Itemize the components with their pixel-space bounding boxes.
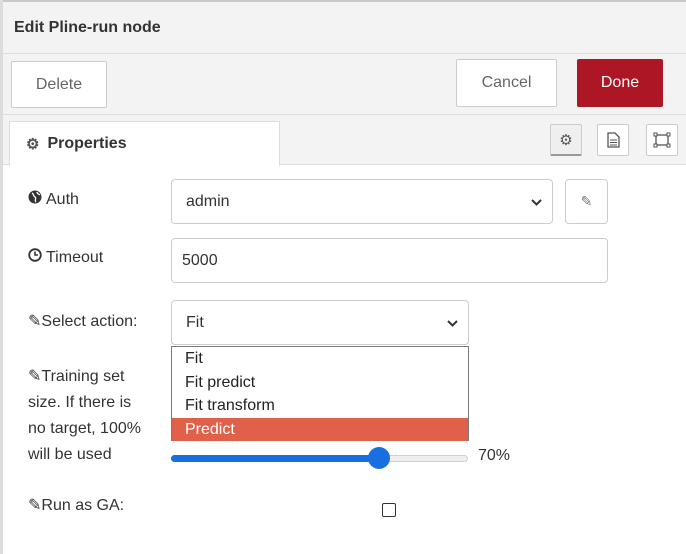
action-label-text: Select action: bbox=[41, 313, 138, 330]
pencil-icon: ✎ bbox=[28, 368, 42, 385]
training-slider-value: 70% bbox=[478, 447, 511, 464]
training-label-line-1: Training set bbox=[41, 368, 125, 385]
training-label-line-2: size. If there is bbox=[28, 394, 132, 411]
run-as-ga-checkbox[interactable] bbox=[382, 503, 396, 517]
tab-bar: ⚙ Properties ⚙ bbox=[3, 115, 686, 166]
training-slider-handle[interactable] bbox=[367, 447, 390, 469]
tab-properties-label: Properties bbox=[47, 135, 127, 152]
edit-auth-button[interactable]: ✎ bbox=[565, 179, 608, 224]
dropdown-option-fit-predict[interactable]: Fit predict bbox=[172, 371, 468, 395]
run-as-ga-label: ✎Run as GA: bbox=[28, 493, 124, 519]
action-select[interactable]: Fit bbox=[171, 300, 469, 345]
pencil-icon: ✎ bbox=[28, 497, 42, 514]
description-tab-button[interactable] bbox=[597, 124, 629, 156]
dropdown-option-predict[interactable]: Predict bbox=[172, 417, 468, 441]
timeout-input[interactable]: 5000 bbox=[171, 238, 608, 283]
delete-button[interactable]: Delete bbox=[11, 61, 107, 108]
run-as-ga-label-text: Run as GA: bbox=[41, 497, 125, 514]
action-dropdown-list: Fit Fit predict Fit transform Predict bbox=[171, 346, 469, 441]
pencil-icon: ✎ bbox=[580, 193, 593, 209]
gear-icon: ⚙ bbox=[559, 131, 573, 149]
appearance-tab-button[interactable] bbox=[646, 124, 678, 156]
training-label-line-3: no target, 100% bbox=[28, 420, 141, 437]
auth-label: Auth bbox=[28, 187, 79, 213]
training-label-line-4: will be used bbox=[28, 446, 112, 463]
auth-select[interactable]: admin bbox=[171, 179, 553, 224]
pencil-icon: ✎ bbox=[28, 313, 42, 330]
training-label: ✎Training set size. If there is no targe… bbox=[28, 364, 141, 468]
timeout-value: 5000 bbox=[182, 251, 218, 269]
action-label: ✎Select action: bbox=[28, 309, 137, 335]
chevron-down-icon bbox=[531, 195, 542, 209]
training-slider-fill bbox=[171, 455, 379, 462]
document-icon bbox=[606, 132, 620, 148]
dialog-header: Edit Pline-run node bbox=[3, 0, 686, 54]
timeout-label: Timeout bbox=[28, 245, 103, 271]
globe-icon bbox=[28, 187, 46, 213]
tab-properties[interactable]: ⚙ Properties bbox=[9, 121, 280, 166]
gear-icon: ⚙ bbox=[26, 136, 40, 153]
dialog-title: Edit Pline-run node bbox=[14, 19, 161, 36]
dropdown-option-fit[interactable]: Fit bbox=[172, 347, 468, 371]
action-select-value: Fit bbox=[186, 313, 204, 331]
auth-label-text: Auth bbox=[46, 191, 79, 208]
cancel-button[interactable]: Cancel bbox=[456, 59, 557, 107]
auth-select-value: admin bbox=[186, 192, 230, 210]
dialog-toolbar: Delete Cancel Done bbox=[3, 54, 686, 115]
frame-icon bbox=[653, 132, 671, 148]
properties-tab-button[interactable]: ⚙ bbox=[550, 124, 582, 156]
dropdown-option-fit-transform[interactable]: Fit transform bbox=[172, 394, 468, 418]
chevron-down-icon bbox=[447, 316, 458, 330]
done-button[interactable]: Done bbox=[577, 59, 663, 107]
clock-icon bbox=[28, 245, 46, 271]
timeout-label-text: Timeout bbox=[46, 249, 104, 266]
